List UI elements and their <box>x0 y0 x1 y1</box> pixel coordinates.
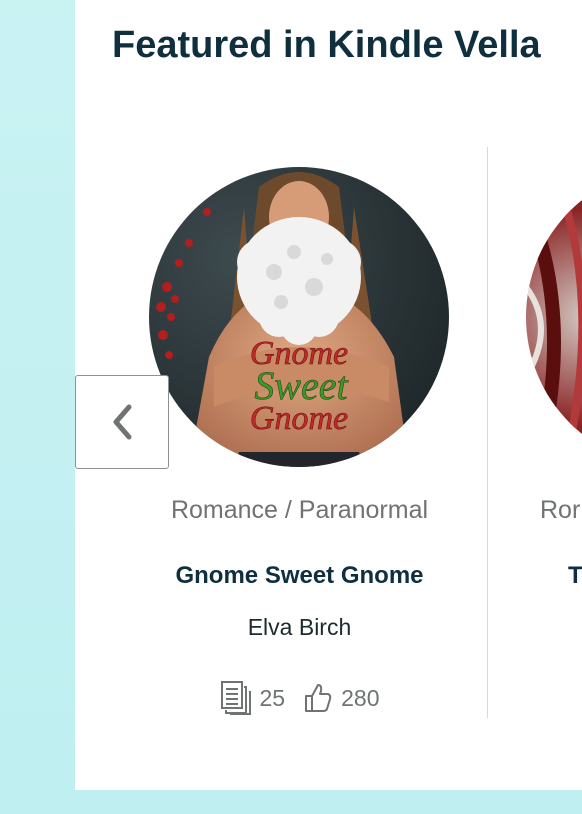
book-cover[interactable]: Gnome Sweet Gnome <box>149 167 449 467</box>
likes-stat: 280 <box>303 682 379 714</box>
cover-title-line-3: Gnome <box>250 400 348 437</box>
thumbs-up-icon <box>305 684 332 712</box>
cover-art <box>526 167 582 467</box>
episodes-stat: 25 <box>220 680 286 716</box>
book-title[interactable]: T <box>568 562 582 590</box>
book-author[interactable]: Elva Birch <box>112 614 487 641</box>
episodes-count: 25 <box>259 684 286 711</box>
card-divider <box>487 147 488 718</box>
book-cover[interactable] <box>526 167 582 467</box>
book-genre[interactable]: Ror <box>540 496 580 525</box>
likes-count: 280 <box>341 684 380 711</box>
book-genre[interactable]: Romance / Paranormal <box>112 496 487 525</box>
cover-art: Gnome Sweet Gnome <box>149 167 449 467</box>
book-stats: 25 280 <box>112 680 487 716</box>
carousel-prev-button[interactable] <box>75 375 169 469</box>
book-title[interactable]: Gnome Sweet Gnome <box>112 562 487 590</box>
section-title: Featured in Kindle Vella <box>112 24 541 66</box>
chevron-left-icon <box>113 404 132 440</box>
episodes-icon <box>220 681 251 715</box>
